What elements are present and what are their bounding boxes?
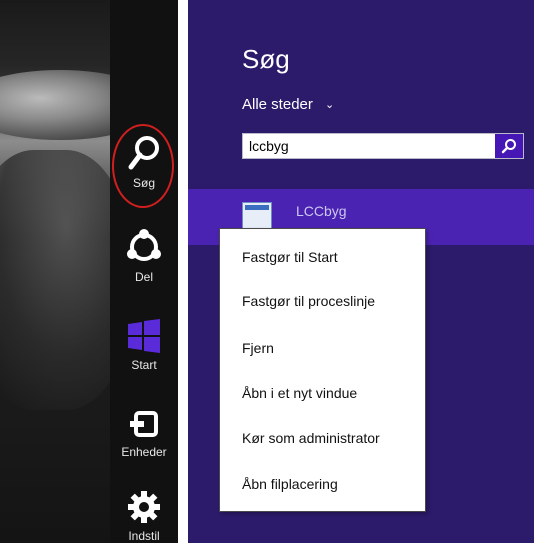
desktop-wallpaper <box>0 0 110 543</box>
charm-label: Enheder <box>121 445 167 459</box>
search-box <box>242 133 524 159</box>
menu-item-remove[interactable]: Fjern <box>220 328 425 368</box>
search-icon <box>128 136 159 170</box>
charm-label: Indstil <box>128 529 160 543</box>
menu-item-open-new-window[interactable]: Åbn i et nyt vindue <box>220 373 425 413</box>
menu-item-pin-to-taskbar[interactable]: Fastgør til proceslinje <box>220 281 425 321</box>
scope-label: Alle steder <box>242 96 313 113</box>
share-icon <box>127 229 161 261</box>
search-icon <box>501 139 516 154</box>
menu-item-open-file-location[interactable]: Åbn filplacering <box>220 464 425 504</box>
charm-start[interactable]: Start <box>110 318 178 372</box>
charm-devices[interactable]: Enheder <box>110 405 178 459</box>
window-titlebar-shape <box>245 205 269 210</box>
charms-bar: Søg Del Start Enheder Indstil <box>110 0 178 543</box>
search-input[interactable] <box>243 134 491 158</box>
charm-label: Start <box>131 358 157 372</box>
search-scope-dropdown[interactable]: Alle steder ⌄ <box>242 96 334 113</box>
chevron-down-icon: ⌄ <box>325 99 335 111</box>
menu-item-run-as-admin[interactable]: Kør som administrator <box>220 418 425 458</box>
result-label: LCCbyg <box>296 203 347 219</box>
charm-label: Del <box>134 270 153 284</box>
wallpaper-shape <box>0 70 110 140</box>
windows-logo-icon <box>128 319 160 353</box>
pane-title: Søg <box>242 44 290 74</box>
screenshot-divider <box>178 0 188 543</box>
charm-share[interactable]: Del <box>110 228 178 284</box>
context-menu: Fastgør til Start Fastgør til proceslinj… <box>219 228 426 512</box>
charm-search[interactable]: Søg <box>110 134 178 190</box>
gear-icon <box>128 491 160 523</box>
desktop-area: Søg Del Start Enheder Indstil <box>0 0 181 543</box>
charm-settings[interactable]: Indstil <box>110 489 178 543</box>
devices-icon <box>130 411 158 437</box>
menu-item-pin-to-start[interactable]: Fastgør til Start <box>220 237 425 277</box>
wallpaper-shape <box>0 150 110 410</box>
search-button[interactable] <box>495 134 523 158</box>
charm-label: Søg <box>132 176 155 190</box>
